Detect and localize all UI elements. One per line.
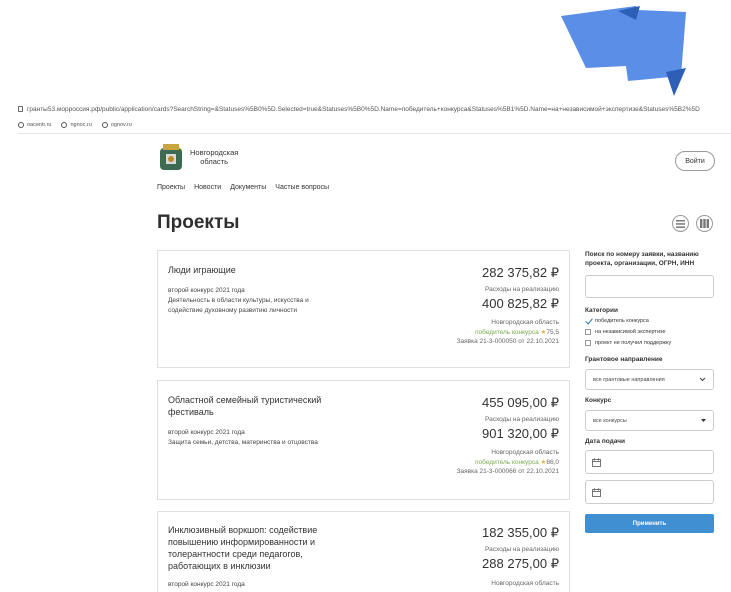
expenses-amount: 901 320,00 ₽ — [482, 426, 559, 441]
calendar-icon — [592, 487, 601, 497]
bookmarks-bar: oacentr.ru ngnoc.ru ognov.ru — [18, 119, 132, 131]
region: Новгородская область — [491, 319, 559, 326]
category-checkbox[interactable]: на независимой экспертизе — [585, 326, 715, 337]
checkbox[interactable] — [585, 318, 591, 324]
logo-line2: область — [200, 157, 229, 166]
project-card[interactable]: Инклюзивный воркшоп: содействие повышени… — [157, 511, 570, 592]
address-bar[interactable]: гранты53.морроссия.рф/public/application… — [18, 102, 731, 116]
categories-label: Категории — [585, 307, 619, 314]
main-nav: Проекты Новости Документы Частые вопросы — [157, 184, 329, 191]
category-checkbox[interactable]: проект не получил поддержку — [585, 337, 715, 348]
expenses-label: Расходы на реализацию — [484, 286, 559, 293]
expenses-label: Расходы на реализацию — [484, 416, 559, 423]
category-checkbox[interactable]: победитель конкурса — [585, 315, 715, 326]
page-title: Проекты — [157, 212, 240, 233]
contest-name: второй конкурс 2021 года — [168, 429, 245, 436]
grant-direction: Защита семьи, детства, материнства и отц… — [168, 439, 318, 446]
date-label: Дата подачи — [585, 438, 626, 445]
url-text: гранты53.морроссия.рф/public/application… — [27, 105, 700, 113]
grant-amount: 282 375,82 ₽ — [482, 265, 559, 280]
grant-amount: 182 355,00 ₽ — [482, 525, 559, 540]
score: 75,5 — [546, 329, 559, 336]
project-title[interactable]: Инклюзивный воркшоп: содействие повышени… — [168, 524, 343, 572]
nav-item-faq[interactable]: Частые вопросы — [275, 184, 329, 191]
contest-select[interactable]: все конкурсы — [585, 410, 714, 431]
status-badge: победитель конкурса — [475, 459, 539, 466]
nav-item-documents[interactable]: Документы — [230, 184, 266, 191]
date-from-input[interactable] — [585, 450, 714, 474]
contest-name: второй конкурс 2021 года — [168, 287, 245, 294]
globe-icon — [101, 122, 108, 128]
logo-line1: Новгородская — [190, 148, 239, 157]
project-card[interactable]: Областной семейный туристический фестива… — [157, 380, 570, 500]
project-title[interactable]: Люди играющие — [168, 264, 338, 276]
contest-name: второй конкурс 2021 года — [168, 581, 245, 588]
nav-item-news[interactable]: Новости — [194, 184, 221, 191]
grant-direction: Деятельность в области культуры, искусст… — [168, 297, 309, 314]
grid-icon — [700, 219, 709, 228]
list-icon — [676, 219, 685, 228]
expenses-amount: 288 275,00 ₽ — [482, 556, 559, 571]
caret-down-icon — [701, 419, 706, 422]
search-input[interactable] — [585, 275, 714, 298]
project-card[interactable]: Люди играющие второй конкурс 2021 года Д… — [157, 250, 570, 368]
apply-button[interactable]: Применить — [585, 514, 714, 533]
site-logo[interactable]: Новгородская область — [158, 142, 238, 172]
expenses-amount: 400 825,82 ₽ — [482, 296, 559, 311]
filter-sidebar: Поиск по номеру заявки, названию проекта… — [585, 250, 715, 533]
list-view-button[interactable] — [672, 215, 689, 232]
globe-icon — [18, 122, 24, 128]
direction-select[interactable]: все грантовые направления — [585, 369, 714, 390]
direction-label: Грантовое направление — [585, 356, 663, 363]
coat-of-arms-icon — [160, 144, 182, 170]
decorative-ribbon — [561, 6, 686, 96]
region: Новгородская область — [491, 580, 559, 587]
bookmark-item[interactable]: oacentr.ru — [18, 122, 51, 128]
date-to-input[interactable] — [585, 480, 714, 504]
grid-view-button[interactable] — [696, 215, 713, 232]
calendar-icon — [592, 457, 601, 467]
checkbox[interactable] — [585, 339, 591, 346]
chevron-down-icon — [699, 377, 706, 382]
application-number: Заявка 21-3-000066 от 22.10.2021 — [456, 468, 559, 475]
project-title[interactable]: Областной семейный туристический фестива… — [168, 394, 338, 418]
grant-amount: 455 095,00 ₽ — [482, 395, 559, 410]
search-label: Поиск по номеру заявки, названию проекта… — [585, 251, 699, 267]
divider — [18, 133, 731, 134]
score: 86,0 — [546, 459, 559, 466]
bookmark-item[interactable]: ngnoc.ru — [61, 122, 92, 128]
status-badge: победитель конкурса — [475, 329, 539, 336]
contest-label: Конкурс — [585, 397, 612, 404]
nav-item-projects[interactable]: Проекты — [157, 184, 185, 191]
login-button[interactable]: Войти — [675, 151, 715, 171]
lock-icon — [18, 106, 23, 112]
checkbox[interactable] — [585, 328, 591, 335]
globe-icon — [61, 122, 68, 128]
region: Новгородская область — [491, 449, 559, 456]
expenses-label: Расходы на реализацию — [484, 546, 559, 553]
application-number: Заявка 21-3-000050 от 22.10.2021 — [456, 338, 559, 345]
bookmark-item[interactable]: ognov.ru — [101, 122, 132, 128]
